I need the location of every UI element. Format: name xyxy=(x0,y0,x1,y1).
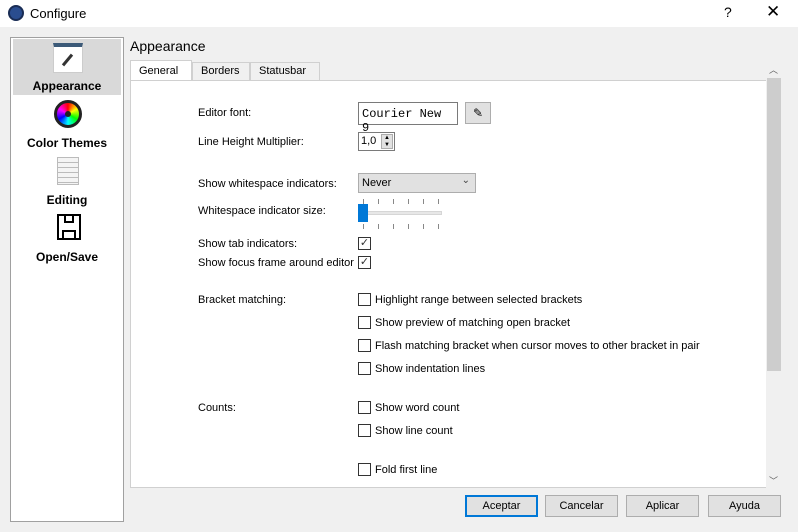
whitespace-size-track xyxy=(358,211,442,215)
slider-tick xyxy=(363,199,364,204)
whitespace-value: Never xyxy=(362,177,392,189)
slider-tick xyxy=(408,199,409,204)
tab-indicators-checkbox[interactable]: ✓ xyxy=(358,237,371,250)
line-count-label[interactable]: Show line count xyxy=(375,425,453,437)
focus-frame-label: Show focus frame around editor xyxy=(198,257,354,269)
tab-statusbar[interactable]: Statusbar xyxy=(250,62,320,81)
scroll-up-icon[interactable]: ︿ xyxy=(769,63,778,76)
pencil-icon[interactable]: ✎ xyxy=(465,102,491,124)
line-height-label: Line Height Multiplier: xyxy=(198,136,304,148)
bracket-option-checkbox[interactable] xyxy=(358,339,371,352)
slider-tick xyxy=(363,224,364,229)
appearance-icon xyxy=(53,43,83,73)
document-icon xyxy=(57,157,79,185)
slider-tick xyxy=(393,199,394,204)
slider-tick xyxy=(438,199,439,204)
help-button[interactable]: ? xyxy=(724,4,732,20)
slider-tick xyxy=(423,199,424,204)
bracket-option-checkbox[interactable] xyxy=(358,362,371,375)
chevron-down-icon: ⌄ xyxy=(461,175,470,186)
bracket-option-label[interactable]: Flash matching bracket when cursor moves… xyxy=(375,340,700,352)
whitespace-dropdown[interactable]: Never ⌄ xyxy=(358,173,476,193)
bracket-option-label[interactable]: Show indentation lines xyxy=(375,363,485,375)
tab-general[interactable]: General xyxy=(130,60,192,81)
sidebar-item-open-save[interactable]: Open/Save xyxy=(13,210,121,266)
close-button[interactable]: ✕ xyxy=(766,2,780,22)
apply-button[interactable]: Aplicar xyxy=(626,495,699,517)
focus-frame-checkbox[interactable]: ✓ xyxy=(358,256,371,269)
word-count-checkbox[interactable] xyxy=(358,401,371,414)
scrollbar-thumb[interactable] xyxy=(767,78,781,371)
slider-tick xyxy=(393,224,394,229)
sidebar-item-label: Color Themes xyxy=(26,136,107,150)
line-height-value: 1,0 xyxy=(361,135,377,147)
counts-label: Counts: xyxy=(198,402,236,414)
help-dialog-button[interactable]: Ayuda xyxy=(708,495,781,517)
sidebar-item-label: Editing xyxy=(46,193,88,207)
tab-indicators-label: Show tab indicators: xyxy=(198,238,298,250)
bracket-option-checkbox[interactable] xyxy=(358,293,371,306)
fold-first-line-label[interactable]: Fold first line xyxy=(375,464,437,476)
editor-font-field[interactable]: Courier New 9 xyxy=(358,102,458,135)
floppy-disk-icon xyxy=(57,214,81,240)
sidebar-item-editing[interactable]: Editing xyxy=(13,153,121,209)
line-count-checkbox[interactable] xyxy=(358,424,371,437)
sidebar-item-label: Open/Save xyxy=(35,250,99,264)
sidebar-item-appearance[interactable]: Appearance xyxy=(13,39,121,95)
color-wheel-icon xyxy=(54,100,82,128)
sidebar: Appearance Color Themes Editing Open/Sav… xyxy=(10,37,124,522)
editor-font-label: Editor font: xyxy=(198,107,252,119)
slider-tick xyxy=(378,224,379,229)
title-bar: Configure ? ✕ xyxy=(0,0,798,27)
sidebar-item-color-themes[interactable]: Color Themes xyxy=(13,96,121,152)
page-title: Appearance xyxy=(130,38,206,54)
ok-button[interactable]: Aceptar xyxy=(465,495,538,517)
slider-tick xyxy=(378,199,379,204)
cancel-button[interactable]: Cancelar xyxy=(545,495,618,517)
window-title: Configure xyxy=(30,6,87,21)
whitespace-size-label: Whitespace indicator size: xyxy=(198,205,326,217)
bracket-option-checkbox[interactable] xyxy=(358,316,371,329)
line-height-spinbox[interactable]: 1,0 ▲ ▼ xyxy=(358,132,395,151)
spin-arrows-icon[interactable]: ▲ ▼ xyxy=(381,134,393,149)
app-icon xyxy=(8,5,24,21)
slider-tick xyxy=(408,224,409,229)
word-count-label[interactable]: Show word count xyxy=(375,402,459,414)
bracket-option-label[interactable]: Highlight range between selected bracket… xyxy=(375,294,582,306)
scroll-down-icon[interactable]: ﹀ xyxy=(769,474,778,487)
sidebar-item-label: Appearance xyxy=(32,79,102,93)
fold-first-line-checkbox[interactable] xyxy=(358,463,371,476)
whitespace-size-slider[interactable] xyxy=(358,204,368,222)
bracket-matching-label: Bracket matching: xyxy=(198,294,287,306)
slider-tick xyxy=(438,224,439,229)
slider-tick xyxy=(423,224,424,229)
tab-borders[interactable]: Borders xyxy=(192,62,250,81)
bracket-option-label[interactable]: Show preview of matching open bracket xyxy=(375,317,570,329)
whitespace-label: Show whitespace indicators: xyxy=(198,178,337,190)
